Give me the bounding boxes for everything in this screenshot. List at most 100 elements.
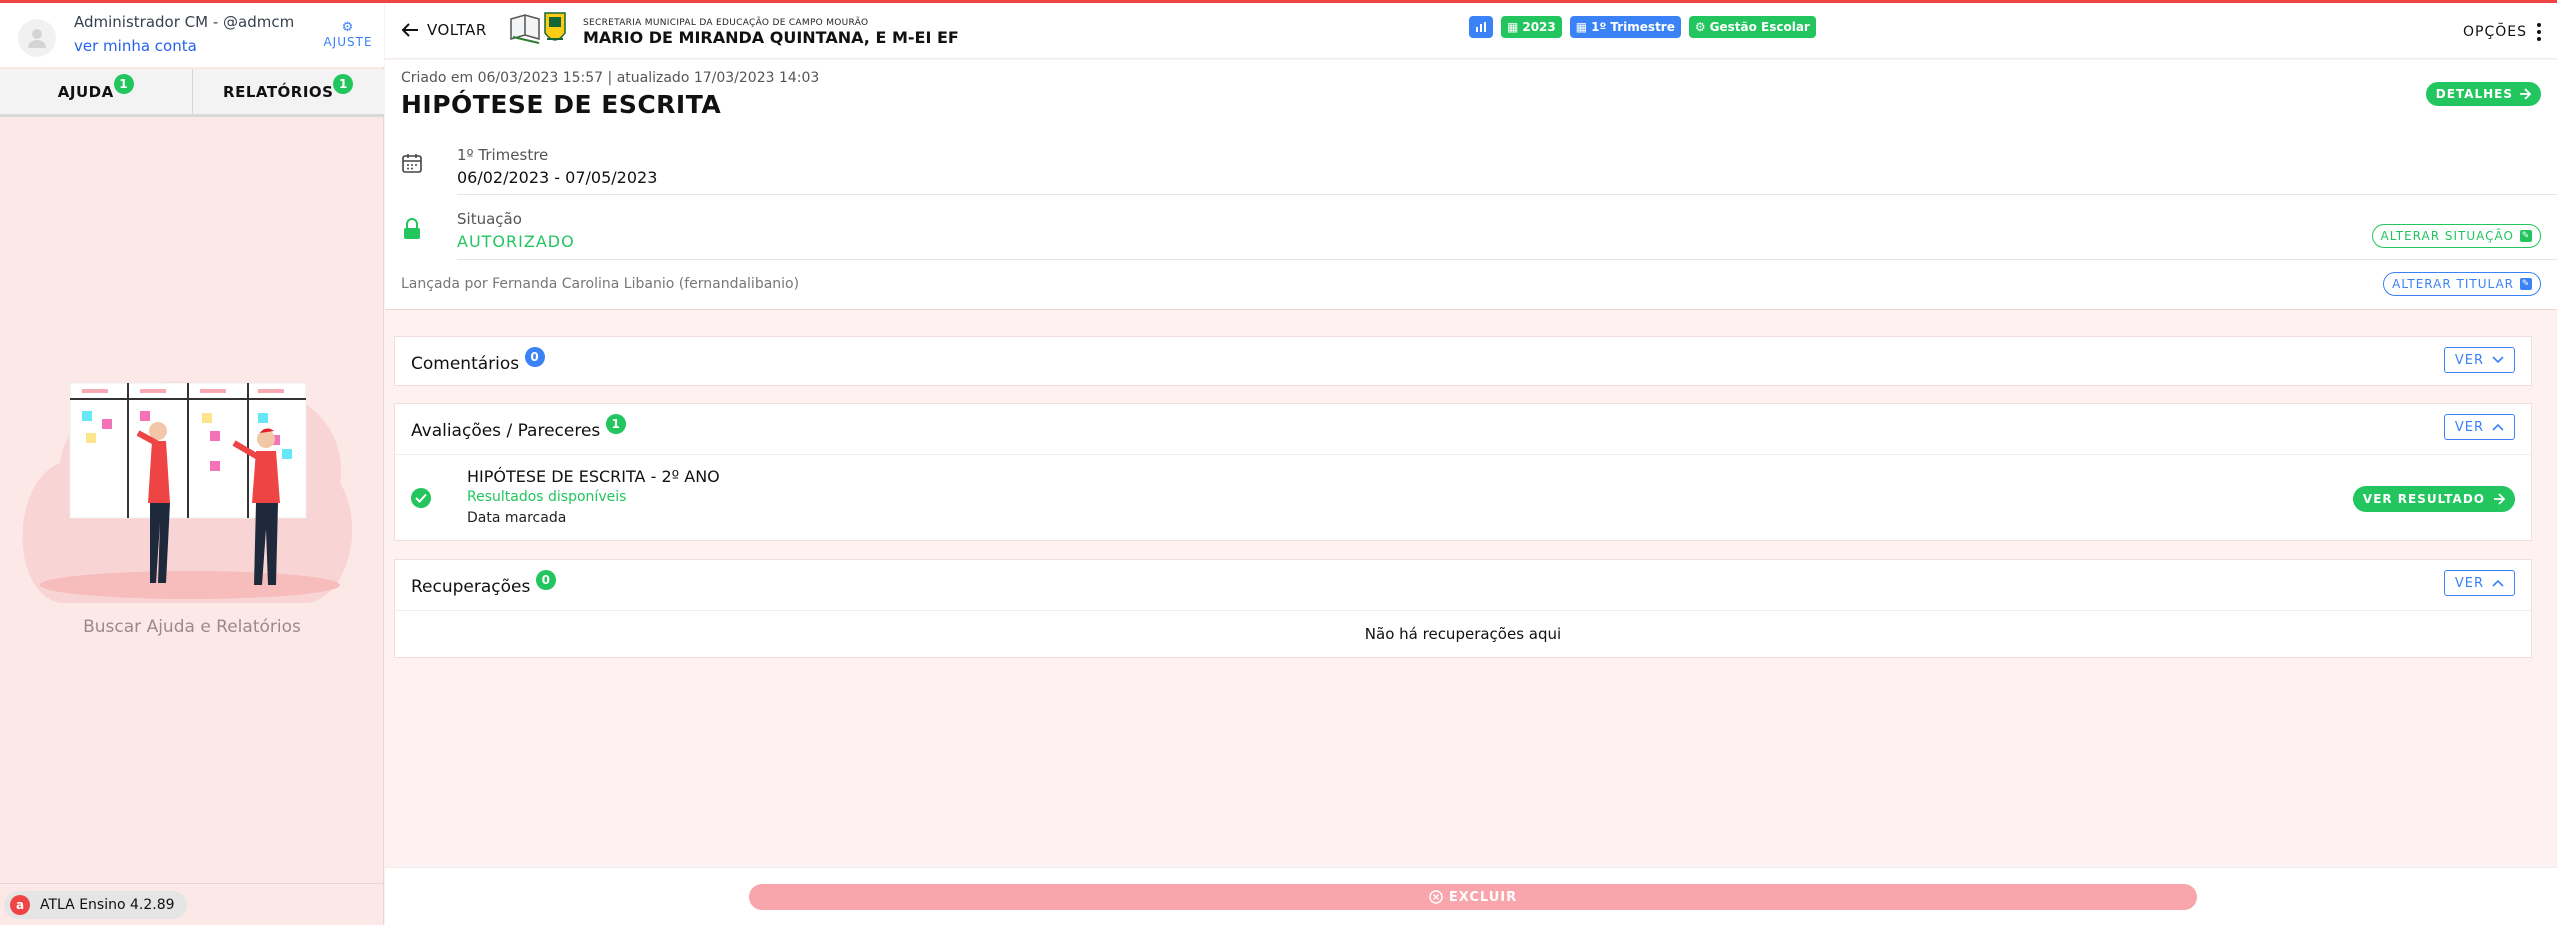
recoveries-header: Recuperações 0 VER (395, 560, 2531, 610)
delete-button[interactable]: EXCLUIR (749, 884, 2197, 910)
context-chips: ▦ 2023 ▦ 1º Trimestre ⚙ Gestão Escolar (1469, 16, 1816, 38)
edit-icon: ✎ (2520, 230, 2532, 242)
page-title: HIPÓTESE DE ESCRITA (401, 90, 722, 119)
close-circle-icon (1429, 890, 1443, 904)
settings-label: AJUSTE (323, 35, 373, 49)
details-label: DETALHES (2435, 87, 2513, 101)
status-row: Situação AUTORIZADO ALTERAR SITUAÇÃO ✎ (401, 210, 2541, 270)
launched-by: Lançada por Fernanda Carolina Libanio (f… (401, 276, 800, 292)
back-button[interactable]: VOLTAR (401, 21, 487, 39)
arrow-right-icon (2494, 493, 2505, 505)
tab-help-count: 1 (113, 73, 134, 94)
sidebar-tabs: AJUDA 1 RELATÓRIOS 1 (0, 69, 384, 117)
evaluation-title: HIPÓTESE DE ESCRITA - 2º ANO (467, 467, 720, 486)
evaluations-toggle-label: VER (2454, 419, 2484, 435)
recoveries-count: 0 (535, 570, 556, 590)
version-badge[interactable]: a ATLA Ensino 4.2.89 (4, 891, 187, 919)
options-menu[interactable]: OPÇÕES (2463, 23, 2541, 41)
check-circle-icon (411, 488, 431, 508)
arrow-left-icon (401, 23, 418, 37)
top-header: VOLTAR SECRETARIA MUNICIPAL DA EDUCAÇÃO … (385, 3, 2557, 59)
recoveries-toggle-label: VER (2454, 575, 2484, 591)
help-illustration (22, 381, 353, 603)
recoveries-title: Recuperações 0 (411, 570, 556, 598)
evaluations-section: Avaliações / Pareceres 1 VER HIPÓTESE DE… (394, 403, 2532, 541)
tab-help-label: AJUDA (57, 82, 114, 101)
evaluation-date: Data marcada (467, 510, 567, 526)
module-chip-label: Gestão Escolar (1709, 20, 1810, 34)
dashboard-chip[interactable] (1469, 16, 1493, 38)
evaluation-status: Resultados disponíveis (467, 489, 627, 505)
school-subtitle: SECRETARIA MUNICIPAL DA EDUCAÇÃO DE CAMP… (583, 18, 869, 28)
view-result-button[interactable]: VER RESULTADO (2352, 486, 2515, 512)
change-status-button[interactable]: ALTERAR SITUAÇÃO ✎ (2371, 224, 2541, 248)
evaluations-title: Avaliações / Pareceres 1 (411, 414, 626, 442)
year-chip[interactable]: ▦ 2023 (1501, 16, 1562, 38)
calendar-icon: ▦ (1507, 20, 1519, 34)
comments-toggle-button[interactable]: VER (2443, 347, 2515, 373)
recoveries-toggle-button[interactable]: VER (2443, 570, 2515, 596)
settings-button[interactable]: ⚙ AJUSTE (322, 20, 374, 50)
tab-reports-count: 1 (333, 73, 354, 94)
evaluation-item: HIPÓTESE DE ESCRITA - 2º ANO Resultados … (395, 454, 2531, 540)
user-icon (28, 29, 46, 48)
evaluations-title-text: Avaliações / Pareceres (411, 421, 601, 441)
user-panel: Administrador CM - @admcm ver minha cont… (0, 3, 384, 67)
tab-reports[interactable]: RELATÓRIOS 1 (191, 69, 385, 114)
school-name: MARIO DE MIRANDA QUINTANA, E M-EI EF (583, 28, 959, 47)
evaluations-header: Avaliações / Pareceres 1 VER (395, 404, 2531, 454)
comments-header: Comentários 0 VER (395, 337, 2531, 387)
comments-title: Comentários 0 (411, 347, 545, 375)
chevron-down-icon (2492, 356, 2504, 364)
tab-reports-label: RELATÓRIOS (223, 82, 334, 101)
period-value: 06/02/2023 - 07/05/2023 (457, 168, 658, 187)
module-chip[interactable]: ⚙ Gestão Escolar (1688, 16, 1816, 38)
created-updated-info: Criado em 06/03/2023 15:57 | atualizado … (401, 70, 820, 86)
status-value: AUTORIZADO (457, 232, 575, 251)
empty-recoveries-note: Não há recuperações aqui (1364, 625, 1562, 643)
recoveries-body: Não há recuperações aqui (395, 610, 2531, 657)
period-row: 1º Trimestre 06/02/2023 - 07/05/2023 (401, 146, 2541, 206)
record-card: Criado em 06/03/2023 15:57 | atualizado … (385, 60, 2557, 310)
term-chip[interactable]: ▦ 1º Trimestre (1569, 16, 1681, 38)
change-owner-button[interactable]: ALTERAR TITULAR ✎ (2383, 272, 2541, 296)
chevron-up-icon (2492, 579, 2504, 587)
help-caption: Buscar Ajuda e Relatórios (83, 617, 301, 637)
view-result-label: VER RESULTADO (2362, 492, 2485, 506)
lock-icon (404, 218, 420, 239)
gear-icon: ⚙ (341, 20, 355, 35)
comments-toggle-label: VER (2454, 352, 2484, 368)
change-status-label: ALTERAR SITUAÇÃO (2380, 229, 2514, 243)
calendar-icon (402, 154, 422, 173)
comments-count: 0 (524, 347, 545, 367)
evaluations-count: 1 (605, 414, 626, 434)
row-divider (457, 259, 2557, 260)
options-label: OPÇÕES (2463, 24, 2527, 40)
sidebar: Administrador CM - @admcm ver minha cont… (0, 3, 384, 925)
period-label: 1º Trimestre (457, 146, 549, 164)
evaluations-toggle-button[interactable]: VER (2443, 414, 2515, 440)
delete-label: EXCLUIR (1448, 889, 1518, 905)
recoveries-title-text: Recuperações (411, 577, 531, 597)
footer-bar: EXCLUIR (385, 867, 2557, 925)
row-divider (457, 194, 2557, 195)
bar-chart-icon (1476, 22, 1486, 32)
chevron-up-icon (2492, 423, 2504, 431)
my-account-link[interactable]: ver minha conta (74, 37, 197, 55)
avatar[interactable] (18, 19, 56, 57)
atla-logo-icon: a (10, 895, 30, 915)
comments-section: Comentários 0 VER (394, 336, 2532, 386)
user-name: Administrador CM - @admcm (74, 13, 295, 31)
school-logo-icon (510, 12, 566, 44)
year-chip-label: 2023 (1522, 20, 1556, 34)
term-chip-label: 1º Trimestre (1591, 20, 1675, 34)
arrow-right-icon (2520, 88, 2531, 100)
change-owner-label: ALTERAR TITULAR (2392, 277, 2514, 291)
gear-icon: ⚙ (1694, 20, 1706, 34)
back-label: VOLTAR (427, 21, 487, 39)
tab-help[interactable]: AJUDA 1 (0, 69, 192, 114)
details-button[interactable]: DETALHES (2425, 82, 2541, 106)
recoveries-section: Recuperações 0 VER Não há recuperações a… (394, 559, 2532, 658)
status-label: Situação (457, 210, 522, 228)
sidebar-divider (0, 883, 384, 884)
